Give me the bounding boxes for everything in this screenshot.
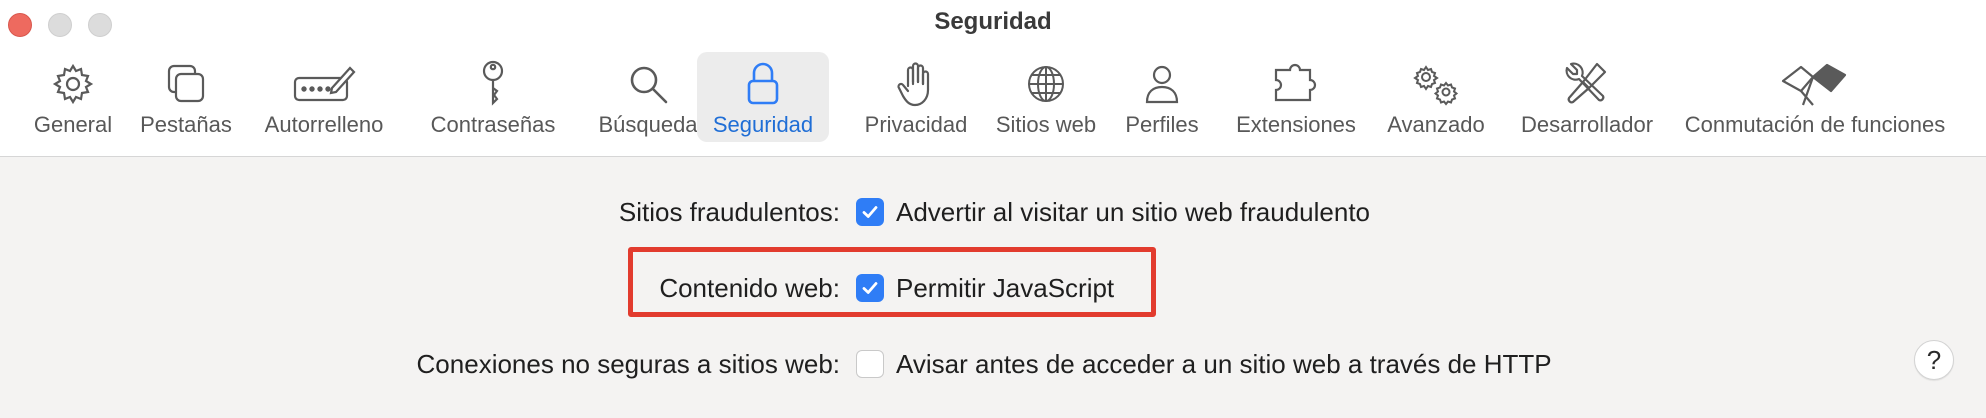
security-settings-pane: Sitios fraudulentos: Advertir al visitar… (0, 157, 1986, 418)
tab-label: Autorrelleno (264, 112, 384, 137)
tab-autofill[interactable]: Autorrelleno (257, 52, 391, 142)
tab-websites[interactable]: Sitios web (975, 52, 1117, 142)
tab-label: General (33, 112, 113, 137)
tab-label: Desarrollador (1520, 112, 1654, 137)
tab-label: Pestañas (140, 112, 232, 137)
tab-advanced[interactable]: Avanzado (1371, 52, 1501, 142)
http-warning-checkbox[interactable] (856, 350, 884, 378)
tab-label: Sitios web (995, 112, 1097, 137)
safari-settings-window: Seguridad General Pestañas Autorrelleno … (0, 0, 1986, 418)
setting-label: Conexiones no seguras a sitios web: (416, 349, 840, 379)
setting-label: Sitios fraudulentos: (618, 197, 840, 227)
tab-label: Seguridad (712, 112, 814, 137)
gear-icon (51, 58, 95, 110)
tab-label: Privacidad (864, 112, 968, 137)
tab-label: Avanzado (1387, 112, 1485, 137)
setting-row-web-content: Contenido web: (0, 268, 840, 308)
globe-icon (1024, 58, 1068, 110)
tab-label: Contraseñas (430, 112, 556, 137)
tab-label: Extensiones (1236, 112, 1356, 137)
flags-icon (1779, 58, 1851, 110)
fraudulent-warning-checkbox[interactable] (856, 198, 884, 226)
checkmark-icon (862, 282, 878, 294)
window-title: Seguridad (934, 8, 1052, 35)
tab-extensions[interactable]: Extensiones (1223, 52, 1369, 142)
tab-passwords[interactable]: Contraseñas (413, 52, 573, 142)
puzzle-icon (1272, 58, 1320, 110)
toolbar-area: Seguridad General Pestañas Autorrelleno … (0, 0, 1986, 157)
tab-security[interactable]: Seguridad (697, 52, 829, 142)
tab-general[interactable]: General (19, 52, 127, 142)
help-button[interactable]: ? (1914, 340, 1954, 380)
tab-feature-flags[interactable]: Conmutación de funciones (1665, 52, 1965, 142)
fraudulent-warning-label[interactable]: Advertir al visitar un sitio web fraudul… (896, 192, 1370, 232)
hand-icon (896, 58, 936, 110)
setting-label: Contenido web: (659, 273, 840, 303)
tab-tabs[interactable]: Pestañas (131, 52, 241, 142)
javascript-checkbox[interactable] (856, 274, 884, 302)
tools-icon (1563, 58, 1611, 110)
tab-privacy[interactable]: Privacidad (841, 52, 991, 142)
gears-icon (1408, 58, 1464, 110)
tabs-icon (164, 58, 208, 110)
http-warning-label[interactable]: Avisar antes de acceder a un sitio web a… (896, 344, 1552, 384)
person-icon (1142, 58, 1182, 110)
tab-profiles[interactable]: Perfiles (1109, 52, 1215, 142)
lock-icon (745, 58, 781, 110)
tab-label: Conmutación de funciones (1684, 112, 1946, 137)
tab-label: Búsqueda (598, 112, 698, 137)
tab-developer[interactable]: Desarrollador (1499, 52, 1675, 142)
setting-row-insecure-connections: Conexiones no seguras a sitios web: (0, 344, 840, 384)
key-icon (478, 58, 508, 110)
setting-row-fraudulent-sites: Sitios fraudulentos: (0, 192, 840, 232)
tab-label: Perfiles (1125, 112, 1199, 137)
javascript-label[interactable]: Permitir JavaScript (896, 268, 1114, 308)
autofill-pencil-icon (292, 58, 356, 110)
checkmark-icon (862, 206, 878, 218)
magnifier-icon (626, 58, 670, 110)
